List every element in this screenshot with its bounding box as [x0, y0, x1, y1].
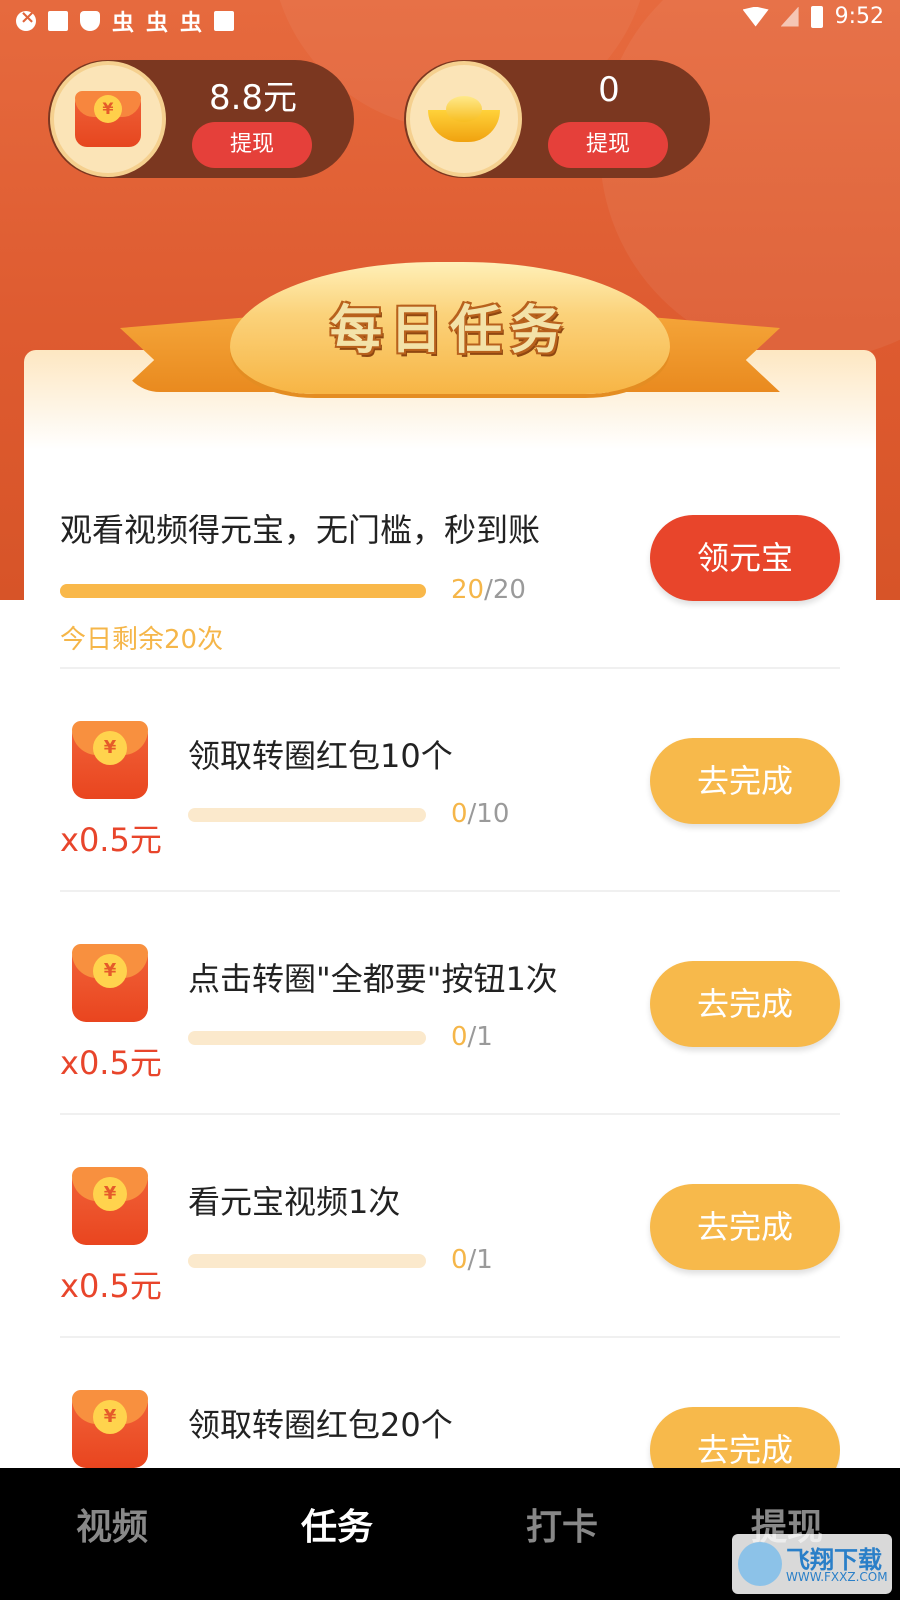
task-title: 领取转圈红包20个 — [188, 1406, 453, 1444]
task-title: 看元宝视频1次 — [188, 1183, 401, 1221]
go-complete-button[interactable]: 去完成 — [650, 1184, 840, 1270]
red-packet-icon: ¥ — [72, 944, 148, 1022]
bug-icon: 虫 — [180, 11, 203, 36]
progress-count: 0/1 — [451, 1245, 493, 1275]
progress-count: 20/20 — [451, 575, 526, 605]
battery-icon — [810, 5, 823, 28]
remaining-count: 今日剩余20次 — [60, 625, 224, 655]
progress-count: 0/1 — [451, 1022, 493, 1052]
task-title: 观看视频得元宝，无门槛，秒到账 — [60, 511, 541, 549]
clock: 9:52 — [834, 4, 884, 29]
progress-bar — [188, 1031, 426, 1045]
red-packet-icon: ¥ — [72, 721, 148, 799]
no-sim-icon — [780, 6, 799, 27]
reward-amount: x0.5元 — [60, 1267, 162, 1305]
progress-bar — [60, 584, 426, 598]
daily-task-banner: 每日任务 — [120, 262, 780, 422]
cash-amount: 8.8元 — [208, 78, 298, 118]
progress-fill — [60, 584, 426, 598]
red-packet-icon: ¥ — [72, 1167, 148, 1245]
withdraw-ingot-button[interactable]: 提现 — [548, 122, 668, 168]
bug-icon: 虫 — [146, 11, 169, 36]
task-row: ¥ x0.5元 看元宝视频1次 0/1 去完成 — [60, 1115, 840, 1338]
withdraw-cash-button[interactable]: 提现 — [192, 122, 312, 168]
nav-tab-tasks[interactable]: 任务 — [277, 1498, 397, 1550]
gold-ingot-icon — [428, 96, 500, 142]
ingot-wallet-card: 0 提现 — [404, 60, 710, 178]
wifi-icon — [742, 6, 769, 27]
task-row-main: 观看视频得元宝，无门槛，秒到账 20/20 今日剩余20次 领元宝 — [60, 505, 840, 669]
progress-count: 0/10 — [451, 799, 510, 829]
image-icon — [48, 11, 68, 31]
watermark-logo-icon — [738, 1542, 782, 1586]
task-title: 点击转圈"全都要"按钮1次 — [188, 960, 558, 998]
go-complete-button[interactable]: 去完成 — [650, 961, 840, 1047]
red-packet-icon: ¥ — [75, 91, 141, 147]
task-row: ¥ x0.5元 领取转圈红包10个 0/10 去完成 — [60, 669, 840, 892]
a-box-icon — [214, 11, 235, 31]
cash-wallet-card: ¥ 8.8元 提现 — [48, 60, 354, 178]
bottom-navigation: 视频 任务 打卡 提现 飞翔下载 WWW.FXXZ.COM — [0, 1468, 900, 1600]
go-complete-button[interactable]: 去完成 — [650, 738, 840, 824]
banner-title: 每日任务 — [329, 301, 570, 361]
status-bar: 虫 虫 虫 9:52 — [0, 0, 900, 36]
progress-bar — [188, 1254, 426, 1268]
red-packet-avatar: ¥ — [50, 61, 166, 177]
status-bar-notifications: 虫 虫 虫 — [16, 5, 235, 37]
red-packet-icon: ¥ — [72, 1390, 148, 1468]
progress-bar — [188, 808, 426, 822]
close-circle-icon — [16, 7, 36, 31]
site-watermark: 飞翔下载 WWW.FXXZ.COM — [732, 1534, 892, 1594]
gold-ingot-avatar — [406, 61, 522, 177]
watermark-url: WWW.FXXZ.COM — [786, 1570, 888, 1584]
task-title: 领取转圈红包10个 — [188, 737, 453, 775]
claim-ingot-button[interactable]: 领元宝 — [650, 515, 840, 601]
shield-icon — [80, 11, 100, 31]
ingot-amount: 0 — [598, 70, 620, 110]
status-bar-system: 9:52 — [742, 4, 884, 29]
task-row: ¥ x0.5元 点击转圈"全都要"按钮1次 0/1 去完成 — [60, 892, 840, 1115]
reward-amount: x0.5元 — [60, 1044, 162, 1082]
task-row: ¥ 领取转圈红包20个 去完成 — [60, 1338, 840, 1468]
bug-icon: 虫 — [112, 11, 135, 36]
nav-tab-video[interactable]: 视频 — [52, 1498, 172, 1550]
go-complete-button[interactable]: 去完成 — [650, 1407, 840, 1468]
reward-amount: x0.5元 — [60, 821, 162, 859]
nav-tab-checkin[interactable]: 打卡 — [502, 1498, 622, 1550]
